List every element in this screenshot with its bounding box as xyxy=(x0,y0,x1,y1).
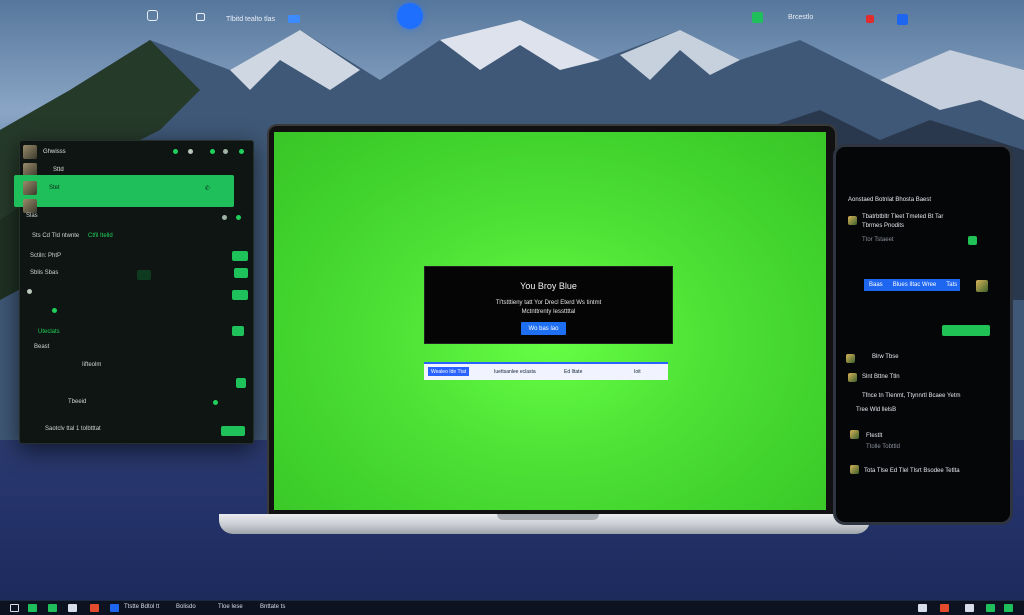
taskbar-label[interactable]: Ttstte Bdtol tt xyxy=(124,604,159,610)
record-icon xyxy=(866,15,874,23)
app-icon[interactable] xyxy=(110,604,119,612)
tablet-action-icon[interactable] xyxy=(968,236,977,245)
app-icon[interactable] xyxy=(28,604,37,612)
tablet-green-button[interactable] xyxy=(942,325,990,336)
app-icon[interactable] xyxy=(940,604,949,612)
record-button[interactable] xyxy=(866,15,874,23)
tablet-list-item[interactable]: Ftestlt xyxy=(866,433,882,439)
dialog-body: Tl'tstttieny tatt Yor Drecl Eterd Ws tin… xyxy=(425,299,672,317)
screen-dialog: You Broy Blue Tl'tstttieny tatt Yor Drec… xyxy=(424,266,673,344)
tablet-blue-bar[interactable]: Baas Blues Iltac Wree Tats xyxy=(864,279,960,291)
window-icon-button[interactable] xyxy=(196,13,205,21)
tablet-list-item[interactable]: Tree Wld llelsB xyxy=(856,407,896,413)
blue-bar-label: Baas xyxy=(869,282,883,288)
top-center-label[interactable]: Tlbitd tealto tlas xyxy=(226,15,301,23)
tablet-header: Aonstaed Botnlat Bhosta Baest xyxy=(848,197,932,203)
tablet-list-item[interactable]: Tfnce tn Tlenmt, Ttynnrtl Bcaee Yetm xyxy=(862,393,961,399)
folder-icon xyxy=(27,289,32,294)
list-item-label: Ghwisss xyxy=(43,149,66,155)
taskbar-label[interactable]: Bolisdo xyxy=(176,604,196,610)
app-icon xyxy=(752,12,763,23)
tablet-line: Ttor Tstaeet xyxy=(862,237,894,243)
settings-icon[interactable] xyxy=(222,215,227,220)
toggle-button[interactable] xyxy=(232,290,248,300)
status-dot-icon xyxy=(52,308,57,313)
thumbnail-image xyxy=(23,199,37,213)
row-label: Iifteolm xyxy=(82,362,102,368)
tablet-thumbnail xyxy=(846,354,855,363)
strip-chip[interactable]: Ed Iltate xyxy=(564,367,582,376)
tablet-list-item[interactable]: Ttolle Tobttld xyxy=(866,444,900,450)
status-dot-icon xyxy=(213,400,218,405)
blue-bar-label: Blues Iltac Wree xyxy=(892,282,937,288)
taskbar-label[interactable]: Bnttate ts xyxy=(260,604,285,610)
footer-action-button[interactable] xyxy=(221,426,245,436)
dialog-line: Tl'tstttieny tatt Yor Drecl Eterd Ws tin… xyxy=(495,300,602,306)
row-label: Uteclats xyxy=(38,329,60,335)
section-label: Sts Cd Tld ntwnte xyxy=(32,233,80,239)
window-icon xyxy=(196,13,205,21)
tablet-list-item[interactable]: Slnt Bttne Ttln xyxy=(862,374,900,380)
settings-button[interactable] xyxy=(147,10,158,21)
app-icon[interactable] xyxy=(986,604,995,612)
window-icon[interactable] xyxy=(68,604,77,612)
notification-icon[interactable] xyxy=(918,604,927,612)
thumbnail-image xyxy=(23,181,37,195)
app-icon[interactable] xyxy=(48,604,57,612)
tablet-line: Tbrmes Pnodits xyxy=(862,223,905,229)
strip-chip[interactable]: Ioit xyxy=(634,367,641,376)
call-icon[interactable]: ✆ xyxy=(205,185,210,192)
row-label: Slas xyxy=(26,213,38,219)
tablet-avatar xyxy=(976,280,988,292)
strip-chip[interactable]: Iuettsanlee eclasta xyxy=(494,367,536,376)
dialog-line: Mctnttrenty Iessttttal xyxy=(521,309,576,315)
top-right-app-label: Brcestlo xyxy=(788,14,814,21)
dialog-primary-button[interactable]: Wo bas lao xyxy=(521,322,566,335)
strip-chip[interactable]: Wealeo Ide Ttat xyxy=(428,367,470,376)
top-center-text: Tlbitd tealto tlas xyxy=(226,15,276,23)
taskbar: Ttstte Bdtol tt Bolisdo Tloe Iese Bnttat… xyxy=(0,600,1024,615)
chat-button[interactable] xyxy=(897,14,908,25)
tablet-thumbnail xyxy=(848,216,857,225)
app-icon[interactable] xyxy=(1004,604,1013,612)
tablet-thumbnail xyxy=(850,465,859,474)
toggle-button[interactable] xyxy=(232,251,248,261)
list-item-label: Sttd xyxy=(53,167,64,173)
row-label: Sctiln: PhtP xyxy=(30,253,62,259)
app-icon[interactable] xyxy=(90,604,99,612)
toggle-button[interactable] xyxy=(232,326,244,336)
list-item[interactable] xyxy=(19,196,252,216)
toggle-button[interactable] xyxy=(234,268,248,278)
tablet-line: Tbatrbtbltr Tleet Tmeted Bt Tar xyxy=(862,214,944,220)
thumbnail-image xyxy=(23,145,37,159)
user-avatar-button[interactable] xyxy=(397,3,423,29)
top-system-bar: Tlbitd tealto tlas Brcestlo xyxy=(0,0,1024,32)
section-link[interactable]: Ctfil Itelld xyxy=(88,233,113,239)
list-item-label: Stet xyxy=(49,185,60,191)
monitor-icon xyxy=(288,15,301,23)
taskbar-label[interactable]: Tloe Iese xyxy=(218,604,243,610)
list-item[interactable]: Ghwisss xyxy=(19,142,252,162)
dialog-title: You Broy Blue xyxy=(520,281,577,291)
blue-bar-label: Tats xyxy=(946,282,958,288)
start-icon[interactable] xyxy=(10,604,19,612)
tablet-thumbnail xyxy=(850,430,859,439)
row-label: Beast xyxy=(34,344,50,350)
toggle-button[interactable] xyxy=(236,378,246,388)
window-footer-text: Saotclv ttal 1 tolbtttat xyxy=(45,426,101,432)
settings-icon xyxy=(147,10,158,21)
close-icon[interactable] xyxy=(236,215,241,220)
screen-bottom-strip: Wealeo Ide Ttat Iuettsanlee eclasta Ed I… xyxy=(424,362,668,380)
tablet-list-item[interactable]: Blrw Tbse xyxy=(872,354,899,360)
laptop-trackpad-notch xyxy=(497,514,599,520)
chat-icon xyxy=(897,14,908,25)
top-right-app[interactable]: Brcestlo xyxy=(752,12,813,23)
tablet-list-item[interactable]: Tota Tlse Ed Tlel Tlsrt Bsodee Tetlta xyxy=(864,468,960,474)
tablet-thumbnail xyxy=(848,373,857,382)
row-label: Tbeeid xyxy=(68,399,87,405)
list-item-selected[interactable]: Stet ✆ xyxy=(19,178,252,198)
status-badge xyxy=(137,270,151,280)
row-label: Sblis Sbas xyxy=(30,270,59,276)
network-icon[interactable] xyxy=(965,604,974,612)
